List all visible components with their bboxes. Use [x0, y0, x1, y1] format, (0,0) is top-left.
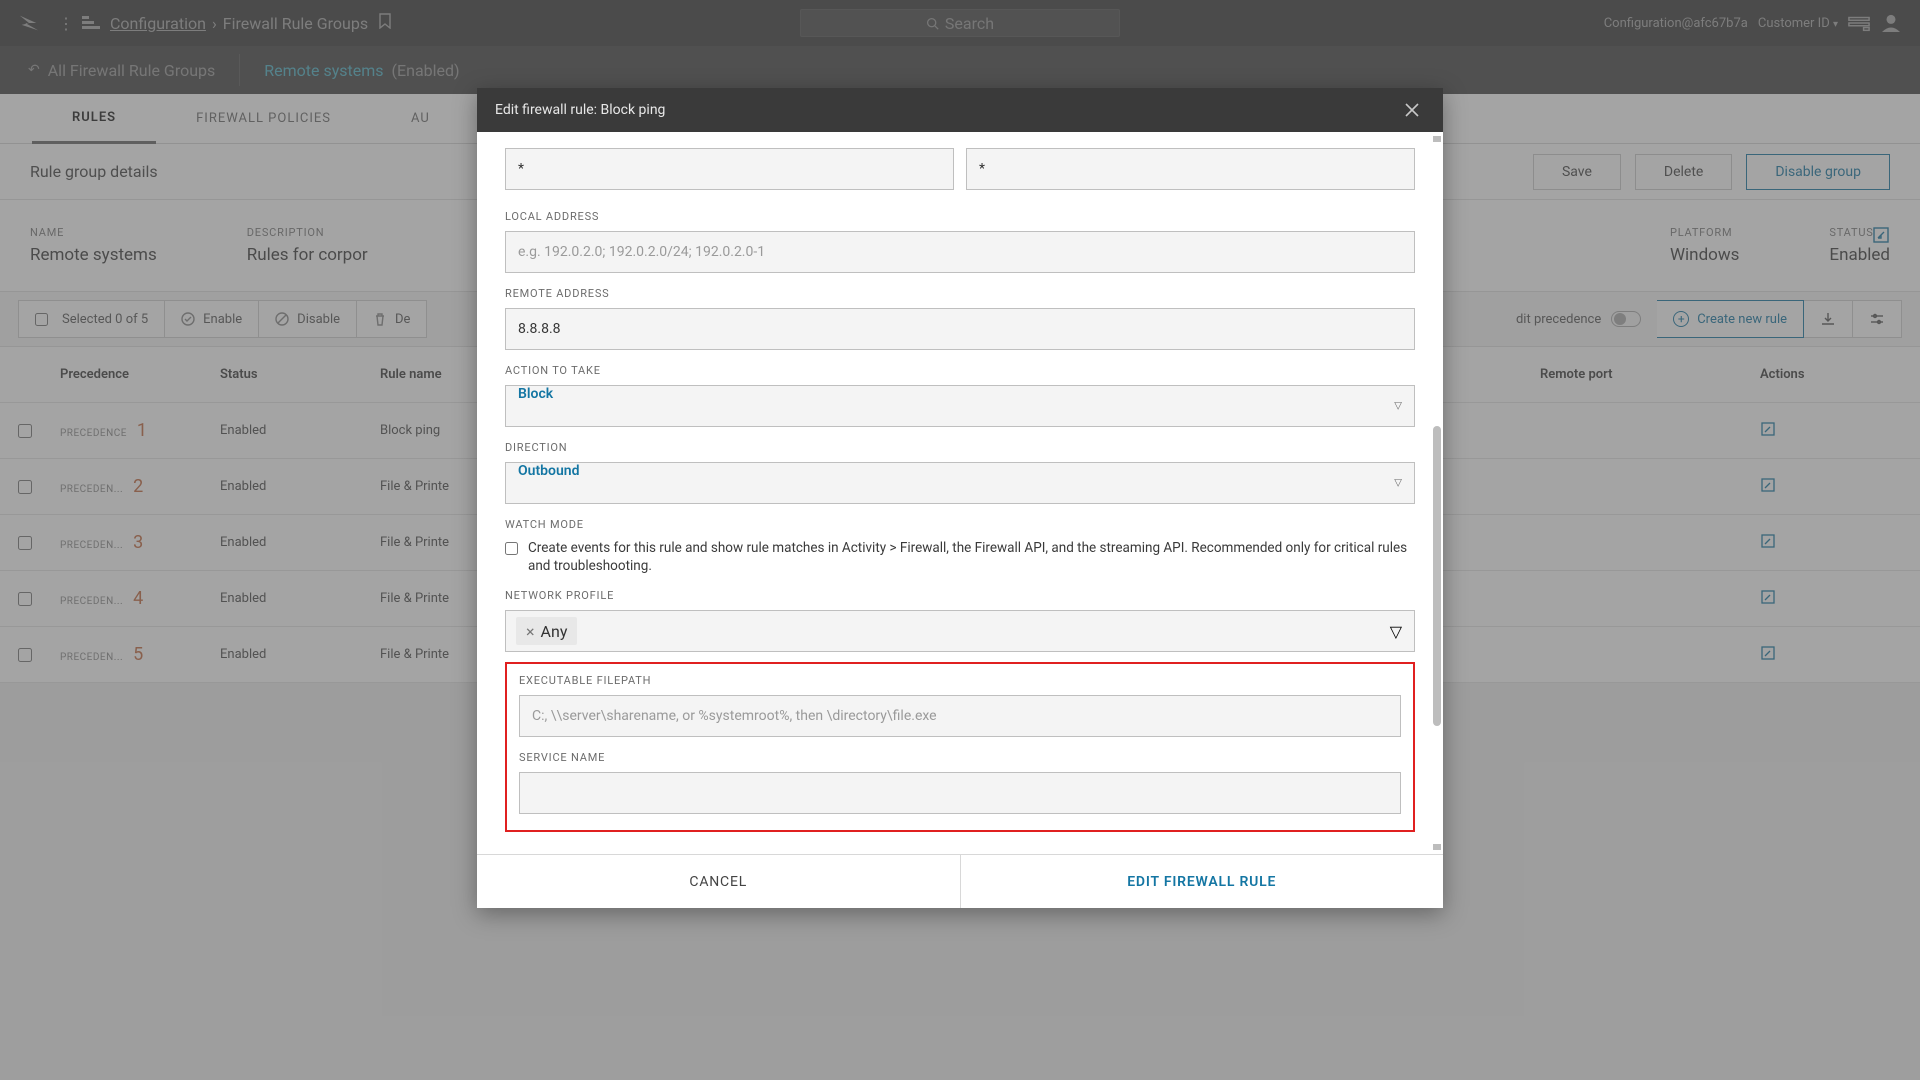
action-label: ACTION TO TAKE	[505, 364, 1415, 377]
watch-mode-label: WATCH MODE	[505, 518, 1415, 531]
direction-label: DIRECTION	[505, 441, 1415, 454]
chevron-down-icon: ▽	[1394, 401, 1402, 412]
action-select[interactable]: Block ▽	[505, 385, 1415, 427]
network-profile-select[interactable]: × Any ▽	[505, 610, 1415, 652]
scroll-thumb[interactable]	[1433, 426, 1441, 726]
modal-footer: CANCEL EDIT FIREWALL RULE	[477, 854, 1443, 908]
local-port-input[interactable]	[505, 148, 954, 190]
direction-select[interactable]: Outbound ▽	[505, 462, 1415, 504]
remove-chip-icon[interactable]: ×	[526, 622, 535, 641]
watch-mode-description: Create events for this rule and show rul…	[528, 539, 1415, 575]
chip-label: Any	[541, 622, 568, 641]
modal-header: Edit firewall rule: Block ping	[477, 88, 1443, 132]
remote-port-input[interactable]	[966, 148, 1415, 190]
local-address-input[interactable]	[505, 231, 1415, 273]
local-address-label: LOCAL ADDRESS	[505, 210, 1415, 223]
service-name-input[interactable]	[519, 772, 1401, 814]
close-icon	[1405, 103, 1419, 117]
highlighted-section: EXECUTABLE FILEPATH SERVICE NAME	[505, 662, 1415, 832]
chevron-down-icon: ▽	[1394, 478, 1402, 489]
network-profile-label: NETWORK PROFILE	[505, 589, 1415, 602]
scroll-down-icon[interactable]	[1433, 844, 1441, 850]
scroll-track[interactable]	[1433, 136, 1441, 850]
modal-body: LOCAL ADDRESS REMOTE ADDRESS ACTION TO T…	[477, 132, 1443, 854]
chevron-down-icon: ▽	[1390, 622, 1402, 641]
action-value: Block	[518, 386, 553, 402]
edit-rule-modal: Edit firewall rule: Block ping LOCAL ADD…	[477, 88, 1443, 908]
scroll-up-icon[interactable]	[1433, 136, 1441, 142]
network-profile-chip[interactable]: × Any	[516, 617, 577, 645]
remote-address-label: REMOTE ADDRESS	[505, 287, 1415, 300]
service-name-label: SERVICE NAME	[519, 751, 1401, 764]
submit-button[interactable]: EDIT FIREWALL RULE	[960, 855, 1444, 908]
close-modal-button[interactable]	[1399, 97, 1425, 123]
cancel-button[interactable]: CANCEL	[477, 855, 960, 908]
remote-address-input[interactable]	[505, 308, 1415, 350]
direction-value: Outbound	[518, 463, 579, 479]
watch-mode-checkbox[interactable]	[505, 542, 518, 555]
executable-filepath-input[interactable]	[519, 695, 1401, 737]
executable-filepath-label: EXECUTABLE FILEPATH	[519, 674, 1401, 687]
modal-title: Edit firewall rule: Block ping	[495, 102, 665, 118]
